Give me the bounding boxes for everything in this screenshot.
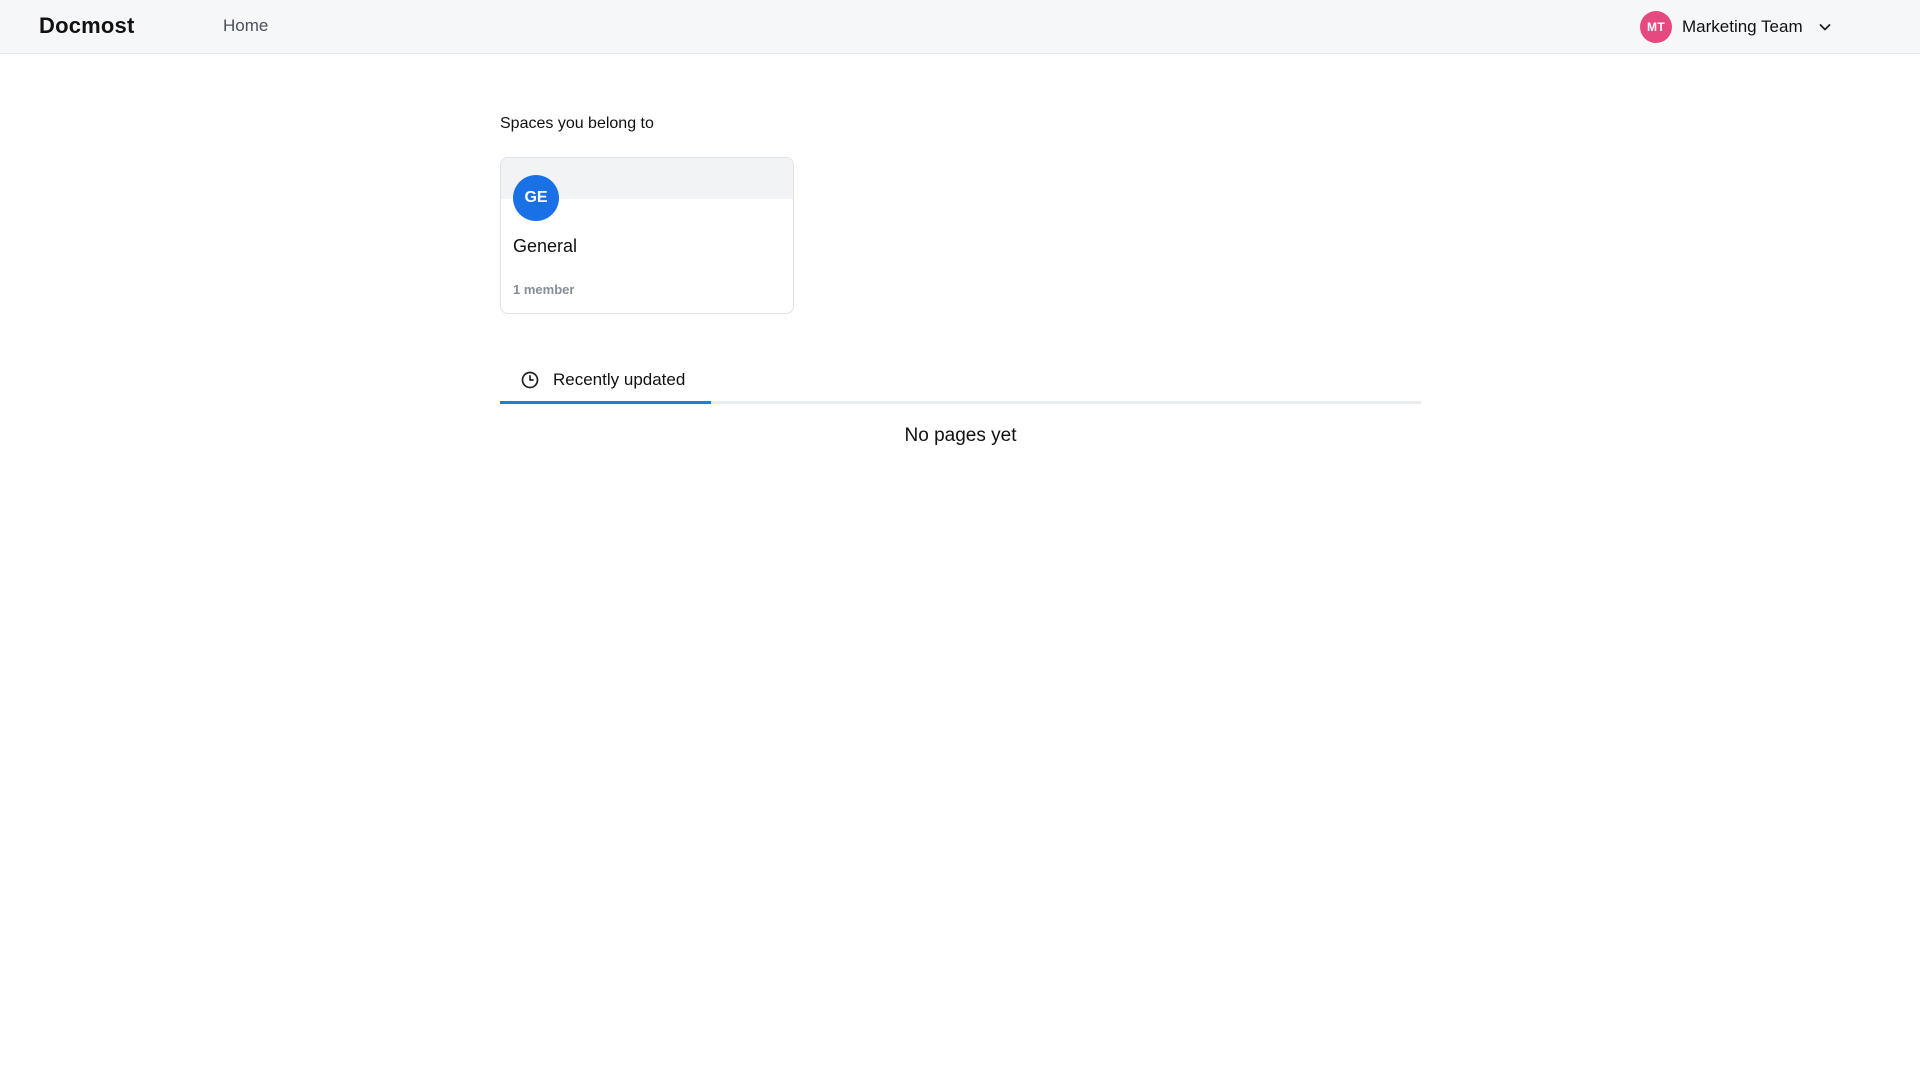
spaces-section-title: Spaces you belong to: [500, 115, 654, 132]
space-name: General: [513, 236, 578, 256]
workspace-avatar: MT: [1640, 11, 1672, 43]
workspace-name: Marketing Team: [1682, 17, 1803, 36]
tab-recently-updated[interactable]: Recently updated: [500, 358, 711, 404]
tab-label: Recently updated: [553, 369, 686, 389]
space-avatar: GE: [513, 175, 559, 221]
top-header: Docmost Home MT Marketing Team: [0, 0, 1920, 54]
space-card-general[interactable]: GE General 1 member: [500, 157, 794, 314]
empty-state-text: No pages yet: [904, 425, 1017, 446]
chevron-down-icon: [1817, 19, 1833, 35]
workspace-switcher[interactable]: MT Marketing Team: [1640, 10, 1833, 44]
clock-icon: [520, 370, 540, 390]
app-logo[interactable]: Docmost: [39, 13, 135, 39]
home-tabs: Recently updated: [500, 358, 1421, 404]
nav-home-link[interactable]: Home: [223, 16, 268, 36]
space-member-count: 1 member: [513, 282, 575, 297]
